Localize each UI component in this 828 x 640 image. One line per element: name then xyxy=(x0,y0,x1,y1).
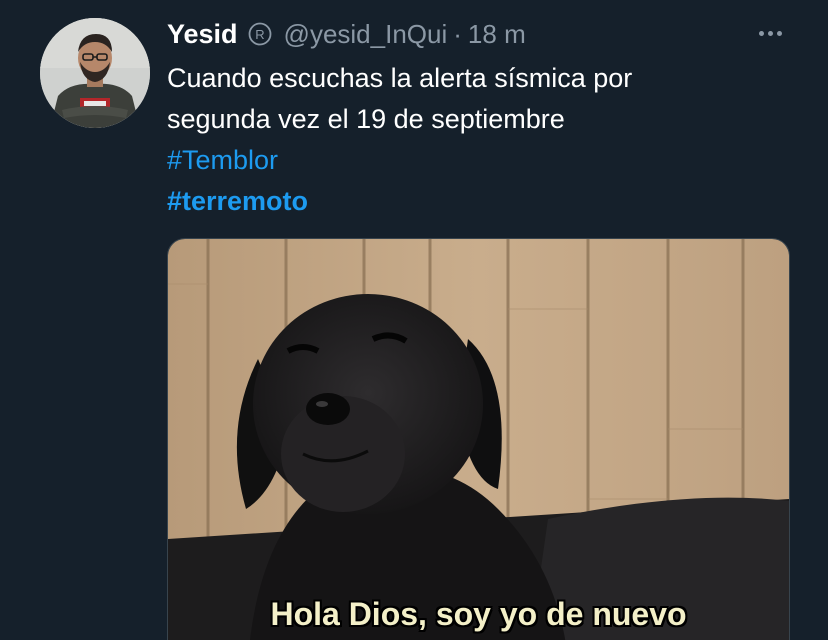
avatar-image xyxy=(40,18,150,128)
user-handle[interactable]: @yesid_InQui xyxy=(284,19,448,50)
meme-image xyxy=(168,239,789,640)
tweet-media[interactable]: Hola Dios, soy yo de nuevo xyxy=(167,238,790,640)
separator-dot: · xyxy=(453,18,462,49)
tweet-text: Cuando escuchas la alerta sísmica por se… xyxy=(167,58,787,222)
hashtag-link[interactable]: #Temblor xyxy=(167,140,787,181)
tweet-text-line: Cuando escuchas la alerta sísmica por xyxy=(167,63,633,93)
more-options-icon[interactable] xyxy=(752,20,788,46)
tweet[interactable]: Yesid R @yesid_InQui · 18 m Cuando escuc… xyxy=(0,0,828,640)
registered-icon: R xyxy=(248,22,272,46)
display-name[interactable]: Yesid xyxy=(167,19,238,50)
hashtag-link[interactable]: #terremoto xyxy=(167,181,787,222)
tweet-header: Yesid R @yesid_InQui · 18 m xyxy=(167,14,526,54)
tweet-text-line: segunda vez el 19 de septiembre xyxy=(167,104,565,134)
meme-caption: Hola Dios, soy yo de nuevo xyxy=(270,596,687,632)
svg-text:R: R xyxy=(255,27,264,42)
tweet-timestamp[interactable]: 18 m xyxy=(468,19,526,50)
avatar[interactable] xyxy=(40,18,150,128)
